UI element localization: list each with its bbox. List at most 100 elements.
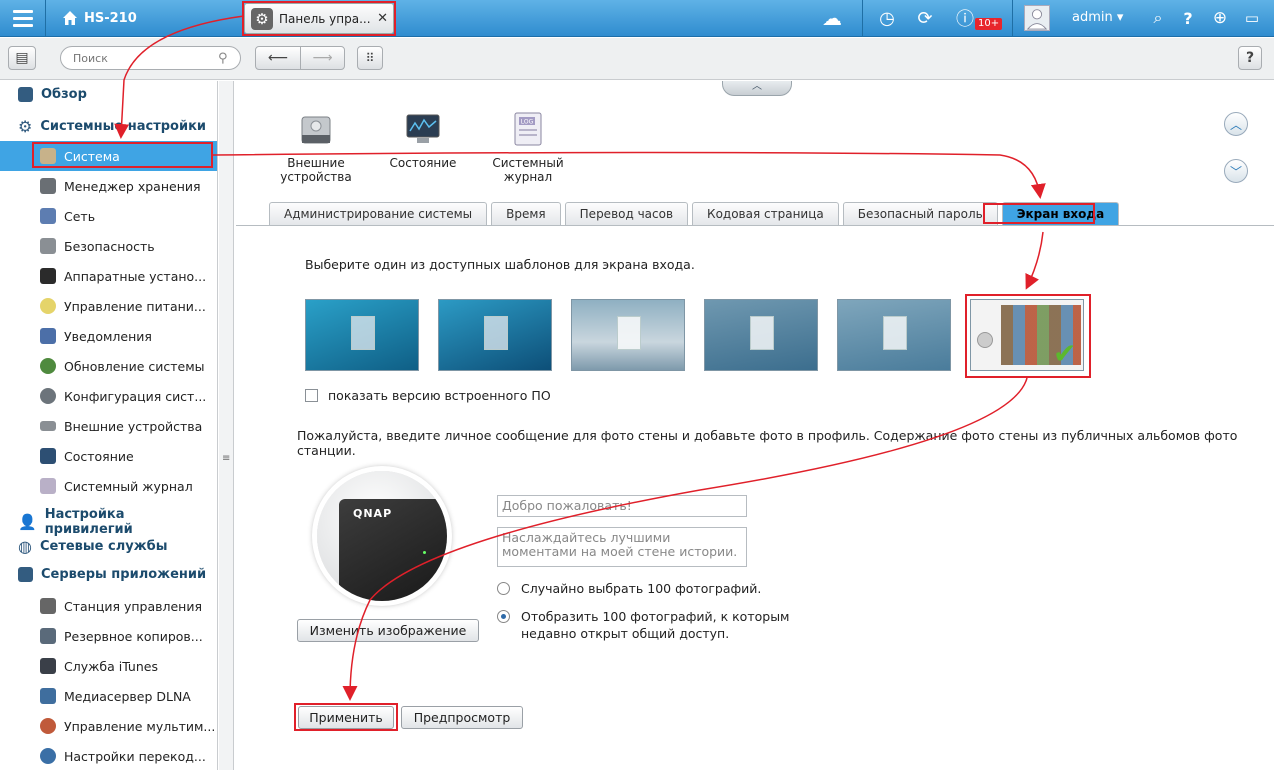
sidebar-item-power[interactable]: Управление питани... — [0, 291, 217, 321]
sidebar-item-firmware-update[interactable]: Обновление системы — [0, 351, 217, 381]
help-button[interactable]: ? — [1238, 46, 1262, 70]
desktop-icon[interactable]: ▭ — [1240, 5, 1264, 31]
main-menu-button[interactable] — [0, 0, 46, 37]
overview-icon — [18, 87, 33, 102]
globe-icon: ◍ — [18, 537, 32, 556]
sidebar-item-backup[interactable]: Резервное копиров... — [0, 621, 217, 651]
sidebar-group-label: Системные настройки — [40, 119, 207, 134]
update-icon — [40, 358, 56, 374]
sidebar-item-dlna[interactable]: Медиасервер DLNA — [0, 681, 217, 711]
message-textarea[interactable]: Наслаждайтесь лучшими моментами на моей … — [497, 527, 747, 567]
system-icon — [40, 148, 56, 164]
toolbar: ▤ ⚲ ⟵ ⟶ ⠿ ? — [0, 38, 1274, 80]
divider — [1012, 0, 1013, 37]
scroll-up-button[interactable]: ︿ — [1224, 112, 1248, 136]
sidebar-item-label: Состояние — [64, 448, 134, 464]
apps-grid-button[interactable]: ⠿ — [357, 46, 383, 70]
change-image-button[interactable]: Изменить изображение — [297, 619, 479, 642]
device-name: HS-210 — [84, 10, 137, 26]
sidebar-group-system-settings[interactable]: ⚙ Системные настройки — [18, 117, 206, 136]
template-thumbnail-1[interactable] — [305, 299, 419, 371]
apply-button[interactable]: Применить — [298, 706, 394, 729]
cloud-icon[interactable]: ☁ — [818, 5, 846, 31]
tab-daylight-saving[interactable]: Перевод часов — [564, 202, 689, 225]
template-thumbnail-3[interactable] — [571, 299, 685, 371]
preview-button[interactable]: Предпросмотр — [401, 706, 523, 729]
search-icon: ⚲ — [218, 51, 228, 66]
sidebar-group-overview[interactable]: Обзор — [18, 87, 87, 102]
show-firmware-option[interactable]: показать версию встроенного ПО — [305, 388, 551, 403]
sidebar-group-network-services[interactable]: ◍ Сетевые службы — [18, 537, 167, 556]
username-label: admin — [1072, 10, 1113, 25]
scroll-down-button[interactable]: ﹀ — [1224, 159, 1248, 183]
tab-codepage[interactable]: Кодовая страница — [692, 202, 839, 225]
sidebar-item-label: Обновление системы — [64, 358, 205, 374]
tab-login-screen[interactable]: Экран входа — [1001, 202, 1120, 225]
notification-badge: 10+ — [975, 18, 1003, 30]
search-input[interactable] — [60, 46, 241, 70]
random-photos-option[interactable]: Случайно выбрать 100 фотографий. — [497, 580, 821, 597]
back-button[interactable]: ⟵ — [255, 46, 301, 70]
tab-time[interactable]: Время — [491, 202, 561, 225]
search-icon[interactable]: ⌕ — [1148, 5, 1168, 31]
template-prompt: Выберите один из доступных шаблонов для … — [305, 257, 695, 272]
avatar[interactable] — [1024, 5, 1050, 31]
settings-tabs: Администрирование системы Время Перевод … — [269, 202, 1120, 226]
template-thumbnail-2[interactable] — [438, 299, 552, 371]
backup-icon — [40, 628, 56, 644]
sidebar-item-security[interactable]: Безопасность — [0, 231, 217, 261]
sidebar-group-privileges[interactable]: 👤 Настройка привилегий — [18, 507, 217, 537]
recent-photos-option[interactable]: Отобразить 100 фотографий, к которым нед… — [497, 608, 811, 642]
language-globe-icon[interactable]: ⊕ — [1209, 5, 1231, 31]
sidebar-group-app-servers[interactable]: Серверы приложений — [18, 567, 206, 582]
collapse-toggle[interactable]: ︿ — [722, 81, 792, 96]
sidebar-item-storage[interactable]: Менеджер хранения — [0, 171, 217, 201]
sidebar-item-station-manager[interactable]: Станция управления — [0, 591, 217, 621]
profile-photo: QNAP — [317, 471, 447, 601]
tab-system-admin[interactable]: Администрирование системы — [269, 202, 488, 225]
tab-password-strength[interactable]: Безопасный пароль — [842, 202, 998, 225]
title-input[interactable]: Добро пожаловать! — [497, 495, 747, 517]
module-status[interactable]: Состояние — [378, 111, 468, 170]
forward-button[interactable]: ⟶ — [300, 46, 345, 70]
template-thumbnail-photo-wall[interactable]: ✔ — [970, 299, 1084, 371]
sidebar-item-hardware[interactable]: Аппаратные устано... — [0, 261, 217, 291]
sidebar-item-multimedia[interactable]: Управление мультим... — [0, 711, 217, 741]
system-log-icon: LOG — [514, 112, 542, 146]
sidebar-item-label: Внешние устройства — [64, 418, 203, 434]
sidebar-splitter[interactable]: ≡ — [219, 81, 234, 770]
module-system-log[interactable]: LOG Системный журнал — [483, 111, 573, 184]
control-panel-tab[interactable]: ⚙ Панель упра... ✕ — [244, 3, 394, 34]
sidebar-item-notifications[interactable]: Уведомления — [0, 321, 217, 351]
storage-icon — [40, 178, 56, 194]
random-photos-radio[interactable] — [497, 582, 510, 595]
template-thumbnail-4[interactable] — [704, 299, 818, 371]
close-icon[interactable]: ✕ — [377, 11, 388, 26]
sidebar-item-system[interactable]: Система — [0, 141, 217, 171]
itunes-icon — [40, 658, 56, 674]
recent-photos-radio[interactable] — [497, 610, 510, 623]
sidebar-item-status[interactable]: Состояние — [0, 441, 217, 471]
sidebar-item-label: Система — [64, 148, 120, 164]
sidebar-item-transcode[interactable]: Настройки перекод... — [0, 741, 217, 770]
sidebar-item-itunes[interactable]: Служба iTunes — [0, 651, 217, 681]
sidebar-item-network[interactable]: Сеть — [0, 201, 217, 231]
sidebar-item-config[interactable]: Конфигурация сист... — [0, 381, 217, 411]
user-icon: 👤 — [18, 513, 37, 531]
sync-icon[interactable]: ⟳ — [912, 5, 938, 31]
user-avatar-icon — [1026, 9, 1048, 30]
sidebar-item-system-log[interactable]: Системный журнал — [0, 471, 217, 501]
show-firmware-checkbox[interactable] — [305, 389, 318, 402]
random-photos-label: Случайно выбрать 100 фотографий. — [521, 581, 762, 596]
sidebar-item-external[interactable]: Внешние устройства — [0, 411, 217, 441]
template-thumbnail-5[interactable] — [837, 299, 951, 371]
clock-icon[interactable]: ◷ — [874, 5, 900, 31]
username[interactable]: admin ▾ — [1072, 10, 1123, 25]
help-icon[interactable]: ? — [1178, 5, 1198, 31]
module-external-devices[interactable]: Внешние устройства — [271, 111, 361, 184]
toggle-sidebar-button[interactable]: ▤ — [8, 46, 36, 70]
external-device-icon — [301, 116, 331, 144]
home-button[interactable]: HS-210 — [62, 8, 137, 28]
sidebar-group-label: Обзор — [41, 87, 87, 102]
dlna-icon — [40, 688, 56, 704]
